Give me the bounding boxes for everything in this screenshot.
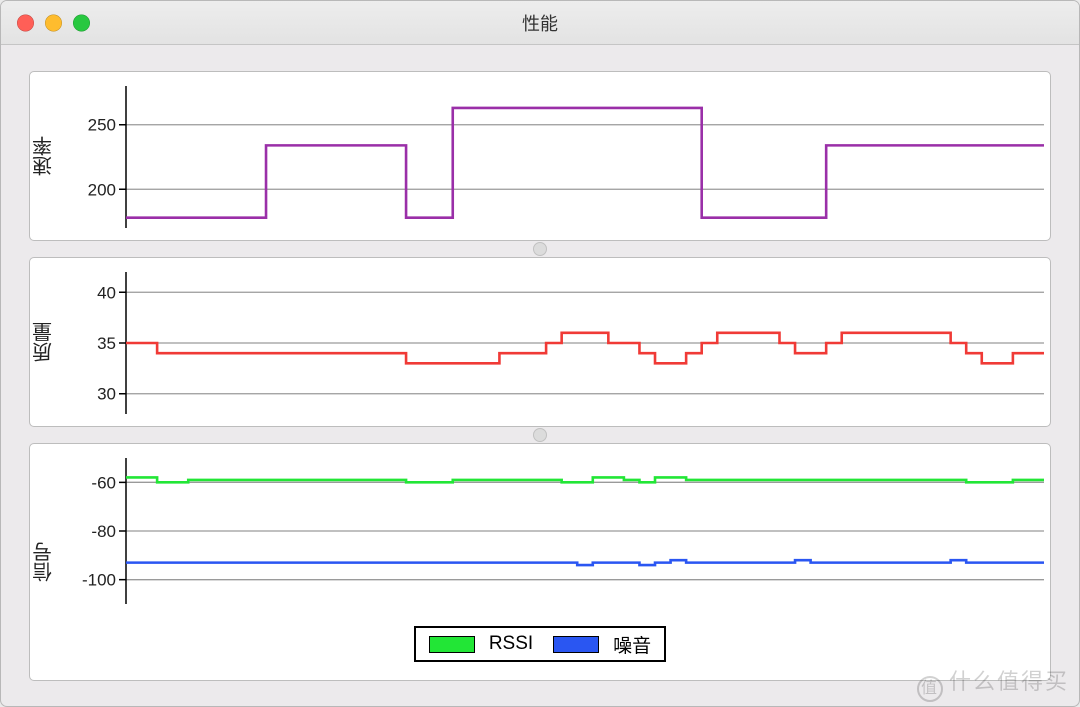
minimize-icon[interactable] [45,14,62,31]
titlebar[interactable]: 性能 [1,1,1079,45]
content-area: 速率 200250 质量 303540 信号 -100-80-60 RSSI 噪… [29,71,1051,682]
legend-label-noise: 噪音 [613,631,651,658]
close-icon[interactable] [17,14,34,31]
chart-quality: 30 35 40 [30,258,1050,427]
svg-text:-60: -60 [91,473,116,492]
performance-window: 性能 速率 200250 质量 303540 信号 -100-80-60 RSS… [0,0,1080,707]
traffic-lights [17,14,90,31]
svg-text:-100: -100 [82,571,116,590]
legend-label-rssi: RSSI [489,633,533,655]
svg-text:30: 30 [97,385,116,404]
legend-swatch-noise [553,636,599,653]
svg-text:200: 200 [88,180,116,199]
legend-entry-noise: 噪音 [553,631,651,658]
svg-text:35: 35 [97,334,116,353]
chart-rate: 200 250 [30,72,1050,241]
window-title: 性能 [522,10,558,36]
svg-text:250: 250 [88,116,116,135]
panel-quality: 质量 303540 [29,257,1051,427]
legend-entry-rssi: RSSI [429,633,533,655]
svg-text:-80: -80 [91,522,116,541]
svg-text:40: 40 [97,283,116,302]
splitter-handle-icon[interactable] [533,428,547,442]
panel-rate: 速率 200250 [29,71,1051,241]
panel-signal: 信号 -100-80-60 RSSI 噪音 [29,443,1051,681]
splitter-handle-icon[interactable] [533,242,547,256]
signal-legend: RSSI 噪音 [414,626,666,662]
legend-swatch-rssi [429,636,475,653]
zoom-icon[interactable] [73,14,90,31]
